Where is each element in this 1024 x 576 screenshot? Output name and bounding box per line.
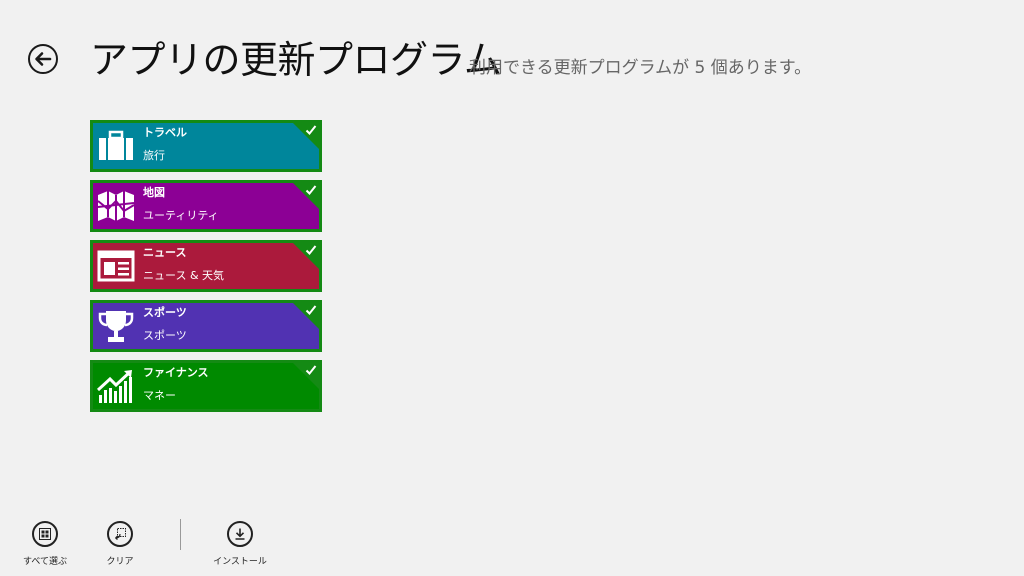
newspaper-icon [95,245,137,287]
checkmark-icon [305,245,317,255]
trophy-icon [95,305,137,347]
tile-category: ニュース & 天気 [143,269,225,282]
checkmark-icon [305,185,317,195]
tile-app-name: 地図 [143,186,165,199]
page-title: アプリの更新プログラム [90,38,502,82]
select-all-icon [39,528,51,540]
tile-app-name: ニュース [143,246,187,259]
update-tile-maps[interactable]: 地図 ユーティリティ [90,180,322,232]
tile-category: スポーツ [143,329,187,342]
clear-button[interactable]: クリア [85,521,155,567]
select-all-label: すべて選ぶ [22,557,67,567]
back-button[interactable] [28,44,58,74]
map-icon [95,185,137,227]
download-icon [235,528,245,540]
install-label: インストール [213,557,267,567]
checkmark-icon [305,305,317,315]
tile-app-name: トラベル [143,126,187,139]
update-tile-news[interactable]: ニュース ニュース & 天気 [90,240,322,292]
tile-category: マネー [143,389,176,402]
tile-app-name: ファイナンス [143,366,209,379]
suitcase-icon [95,125,137,167]
update-tile-finance[interactable]: ファイナンス マネー [90,360,322,412]
install-button[interactable]: インストール [205,521,275,567]
appbar-separator [180,519,181,550]
checkmark-icon [305,365,317,375]
update-tile-travel[interactable]: トラベル 旅行 [90,120,322,172]
finance-chart-icon [95,365,137,407]
checkmark-icon [305,125,317,135]
back-arrow-icon [35,52,52,66]
tile-category: 旅行 [143,149,165,162]
tile-category: ユーティリティ [143,209,219,222]
update-tile-sports[interactable]: スポーツ スポーツ [90,300,322,352]
update-count-text: 利用できる更新プログラムが 5 個あります。 [469,58,812,78]
clear-selection-icon [115,528,126,540]
select-all-button[interactable]: すべて選ぶ [10,521,80,567]
tile-app-name: スポーツ [143,306,187,319]
update-list: トラベル 旅行 地図 ユーティリティ ニュース ニュース & 天気 スポーツ ス… [90,120,322,420]
clear-label: クリア [106,557,134,567]
